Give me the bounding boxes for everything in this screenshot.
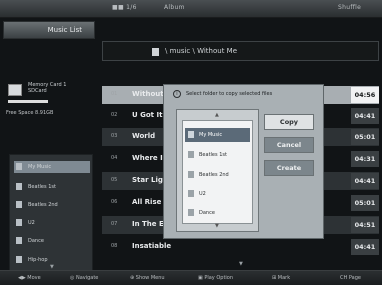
copy-button[interactable]: Copy bbox=[264, 114, 314, 130]
folder-icon bbox=[16, 183, 22, 190]
dialog-message: Select folder to copy selected files bbox=[186, 91, 273, 97]
sd-card-icon bbox=[8, 84, 22, 96]
folder-icon bbox=[16, 219, 22, 226]
mode-label: Shuffle bbox=[338, 4, 362, 11]
left-panel: Music List Memory Card 1 SDCard Free Spa… bbox=[3, 21, 95, 281]
music-list-screen: ■■ 1/6 Album Shuffle Music List Memory C… bbox=[0, 0, 382, 285]
current-path: \ music \ Without Me bbox=[165, 47, 238, 55]
track-row[interactable]: 08 Insatiable 04:41 bbox=[102, 238, 379, 256]
dialog-folder-item[interactable]: Dance bbox=[185, 206, 250, 220]
left-title: Music List bbox=[3, 21, 95, 39]
album-label: Album bbox=[164, 4, 185, 11]
capacity-bar bbox=[8, 100, 48, 103]
track-count: ■■ 1/6 bbox=[112, 4, 137, 11]
folder-icon bbox=[188, 171, 194, 178]
panel-title: Music List bbox=[47, 26, 82, 34]
scroll-up-icon[interactable]: ▲ bbox=[215, 112, 219, 118]
create-folder-button[interactable]: Create bbox=[264, 160, 314, 176]
folder-item[interactable]: Beatles 1st bbox=[14, 181, 90, 193]
hint-page: CH Page bbox=[340, 275, 361, 281]
hint-navigate: ◎ Navigate bbox=[70, 275, 99, 281]
scroll-down-icon[interactable]: ▼ bbox=[239, 261, 243, 267]
dialog-folder-item[interactable]: Beatles 1st bbox=[185, 148, 250, 162]
folder-icon bbox=[152, 48, 159, 56]
hint-mark: ⊞ Mark bbox=[272, 275, 291, 281]
dialog-folder-item[interactable]: My Music bbox=[185, 128, 250, 142]
dialog-folder-item[interactable]: U2 bbox=[185, 187, 250, 201]
folder-icon bbox=[188, 151, 194, 158]
device-type: SDCard bbox=[28, 88, 47, 94]
top-bar: ■■ 1/6 Album Shuffle bbox=[0, 0, 382, 18]
folder-icon bbox=[188, 131, 194, 138]
info-icon: i bbox=[173, 90, 181, 98]
folder-icon bbox=[188, 209, 194, 216]
dialog-folder-item[interactable]: Beatles 2nd bbox=[185, 168, 250, 182]
dialog-folder-list: ▲ My Music Beatles 1st Beatles 2nd U2 Da… bbox=[176, 109, 259, 232]
folder-list: My Music Beatles 1st Beatles 2nd U2 Danc… bbox=[9, 154, 93, 281]
path-bar: \ music \ Without Me bbox=[102, 41, 379, 61]
cancel-button[interactable]: Cancel bbox=[264, 137, 314, 153]
folder-item[interactable]: U2 bbox=[14, 217, 90, 229]
folder-icon bbox=[188, 190, 194, 197]
folder-item[interactable]: Dance bbox=[14, 235, 90, 247]
folder-item[interactable]: Beatles 2nd bbox=[14, 199, 90, 211]
bottom-bar: ◀▶ Move ◎ Navigate ⊕ Show Menu ▣ Play Op… bbox=[0, 270, 382, 285]
scroll-down-icon[interactable]: ▼ bbox=[215, 223, 219, 229]
folder-icon bbox=[16, 256, 22, 263]
hint-menu: ⊕ Show Menu bbox=[130, 275, 165, 281]
folder-list-inner: My Music Beatles 1st Beatles 2nd U2 Danc… bbox=[182, 120, 253, 224]
folder-item[interactable]: My Music bbox=[14, 161, 90, 173]
folder-icon bbox=[16, 237, 22, 244]
hint-move: ◀▶ Move bbox=[18, 275, 41, 281]
folder-icon bbox=[16, 201, 22, 208]
free-space: Free Space 8.91GB bbox=[6, 110, 54, 116]
copy-dialog: i Select folder to copy selected files ▲… bbox=[163, 84, 324, 239]
folder-icon bbox=[16, 163, 22, 170]
hint-play-option: ▣ Play Option bbox=[198, 275, 234, 281]
device-info[interactable]: Memory Card 1 SDCard bbox=[6, 78, 92, 108]
